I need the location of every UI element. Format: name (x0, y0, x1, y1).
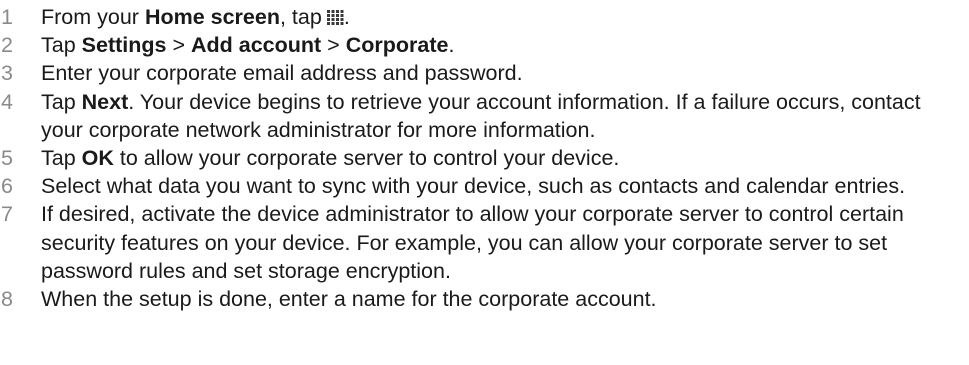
settings-label: Settings (81, 33, 167, 58)
step-6: 6 Select what data you want to sync with… (0, 172, 969, 200)
step-2: 2 Tap Settings > Add account > Corporate… (0, 31, 969, 59)
step-number: 2 (1, 33, 13, 58)
step-text: Select what data you want to sync with y… (41, 174, 906, 199)
step-number: 8 (1, 287, 13, 312)
apps-grid-icon (326, 10, 344, 25)
ok-label: OK (81, 146, 114, 171)
step-text: Tap OK to allow your corporate server to… (41, 146, 620, 171)
step-text: From your Home screen, tap . (41, 5, 350, 29)
step-number: 4 (1, 89, 13, 114)
step-number: 6 (1, 174, 13, 199)
step-7: 7 If desired, activate the device admini… (0, 200, 969, 285)
add-account-label: Add account (190, 33, 322, 58)
step-number: 5 (1, 146, 13, 171)
step-text: Tap Settings > Add account > Corporate. (41, 33, 455, 58)
step-text: If desired, activate the device administ… (41, 202, 904, 283)
step-1: 1 From your Home screen, tap . (0, 3, 969, 31)
step-3: 3 Enter your corporate email address and… (0, 59, 969, 87)
step-number: 7 (1, 202, 13, 227)
step-text: When the setup is done, enter a name for… (41, 287, 657, 312)
home-screen-label: Home screen (144, 5, 280, 29)
step-5: 5 Tap OK to allow your corporate server … (0, 144, 969, 172)
step-number: 1 (1, 5, 13, 29)
instruction-steps: 1 From your Home screen, tap . 2 Tap Set… (0, 0, 969, 313)
step-text: Tap Next. Your device begins to retrieve… (41, 89, 921, 142)
step-number: 3 (1, 61, 13, 86)
step-text: Enter your corporate email address and p… (41, 61, 523, 86)
corporate-label: Corporate (345, 33, 449, 58)
next-label: Next (81, 89, 129, 114)
step-8: 8 When the setup is done, enter a name f… (0, 285, 969, 313)
step-4: 4 Tap Next. Your device begins to retrie… (0, 88, 969, 144)
